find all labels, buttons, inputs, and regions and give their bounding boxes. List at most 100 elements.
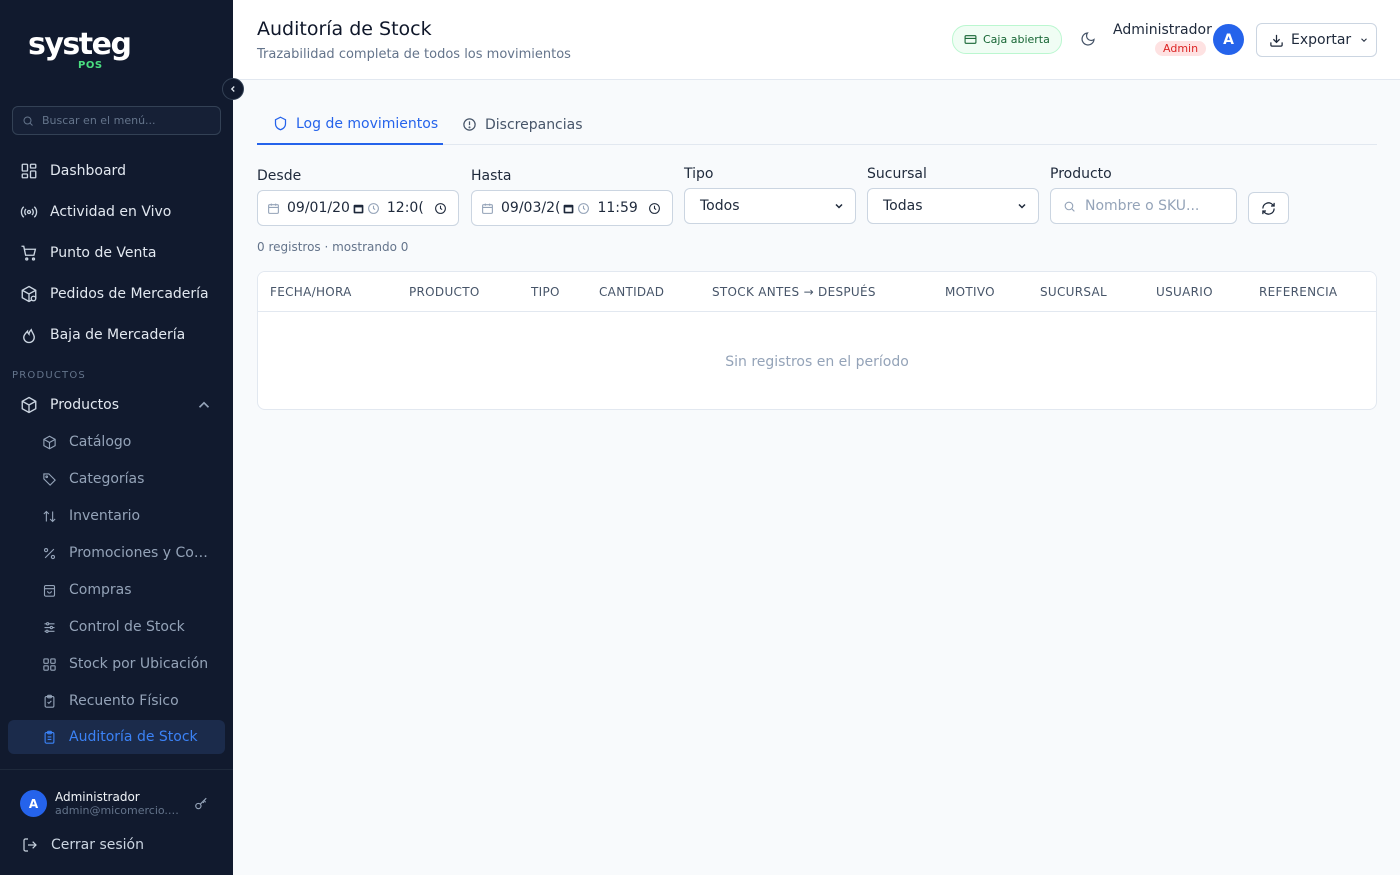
clock-icon (578, 202, 590, 214)
calendar-picker-icon[interactable] (562, 202, 575, 215)
key-icon[interactable] (194, 797, 208, 811)
tipo-label: Tipo (684, 166, 714, 182)
column-header[interactable]: USUARIO (1156, 285, 1213, 299)
sidebar-collapse-button[interactable] (222, 78, 244, 100)
sidebar-item-label: Control de Stock (69, 619, 185, 635)
hasta-label: Hasta (471, 168, 512, 184)
sidebar-item-compras[interactable]: Compras (8, 573, 225, 607)
desde-date-value: 09/01/20 (287, 200, 350, 216)
grid-icon (21, 163, 37, 179)
sidebar-item-inventario[interactable]: Inventario (8, 499, 225, 533)
broadcast-icon (20, 206, 38, 218)
percent-icon (43, 547, 56, 559)
sidebar-item-label: Auditoría de Stock (69, 729, 198, 745)
tab-discrepancias[interactable]: Discrepancias (462, 104, 583, 145)
chevron-left-icon (230, 86, 235, 92)
clock-picker-icon[interactable] (648, 202, 661, 215)
sidebar-item-dashboard[interactable]: Dashboard (8, 154, 225, 188)
sucursal-label: Sucursal (867, 166, 927, 182)
brand-name: systeg (28, 27, 132, 62)
logout-button[interactable]: Cerrar sesión (22, 837, 144, 853)
moon-icon[interactable] (1080, 31, 1096, 47)
tab-label: Log de movimientos (296, 115, 439, 132)
column-header[interactable]: PRODUCTO (409, 285, 480, 299)
tipo-select[interactable]: Todos (684, 188, 856, 224)
sidebar-item-control-stock[interactable]: Control de Stock (8, 610, 225, 644)
logout-label: Cerrar sesión (51, 837, 144, 853)
sidebar-item-recuento[interactable]: Recuento Físico (8, 684, 225, 718)
sidebar-item-catalogo[interactable]: Catálogo (8, 425, 225, 459)
cube-icon (43, 435, 56, 449)
calendar-picker-icon[interactable] (352, 202, 365, 215)
export-button[interactable]: Exportar (1256, 23, 1377, 57)
export-label: Exportar (1291, 32, 1352, 48)
column-header[interactable]: TIPO (531, 285, 560, 299)
column-header[interactable]: FECHA/HORA (270, 285, 352, 299)
caja-status-label: Caja abierta (983, 33, 1050, 46)
column-header[interactable]: STOCK ANTES → DESPUÉS (712, 285, 876, 299)
tab-bar: Log de movimientos Discrepancias (257, 104, 1377, 145)
desde-label: Desde (257, 168, 302, 184)
download-icon (1270, 34, 1283, 47)
hasta-date-value: 09/03/2( (501, 200, 561, 216)
sidebar-item-promociones[interactable]: Promociones y Combos (8, 536, 225, 570)
sidebar-group-productos[interactable]: Productos (8, 388, 225, 422)
logout-icon (23, 838, 37, 852)
sidebar-search[interactable] (12, 106, 221, 135)
chevron-down-icon (1018, 203, 1026, 209)
sidebar-item-label: Inventario (69, 508, 141, 524)
search-icon (1064, 201, 1075, 212)
chevron-up-icon (198, 401, 210, 408)
column-header[interactable]: CANTIDAD (599, 285, 664, 299)
sidebar-item-label: Punto de Venta (50, 245, 157, 261)
box-icon (21, 396, 37, 414)
caja-status-badge[interactable]: Caja abierta (952, 25, 1062, 54)
calendar-icon (482, 203, 493, 214)
sidebar-item-label: Baja de Mercadería (50, 327, 186, 343)
flame-icon (23, 328, 35, 344)
sidebar-item-categorias[interactable]: Categorías (8, 462, 225, 496)
sidebar-item-auditoria[interactable]: Auditoría de Stock (8, 720, 225, 754)
page-header: Auditoría de Stock Trazabilidad completa… (233, 0, 1400, 80)
tab-label: Discrepancias (485, 116, 583, 133)
sidebar-item-label: Dashboard (50, 163, 126, 179)
clock-icon (367, 202, 379, 214)
sidebar-item-label: Categorías (69, 471, 145, 487)
sidebar-item-label: Pedidos de Mercadería (50, 286, 209, 302)
desde-datetime-input[interactable]: 09/01/20 12:0( (257, 190, 459, 226)
sidebar-footer: A Administrador admin@micomercio.com Cer… (0, 769, 233, 875)
sidebar-item-baja[interactable]: Baja de Mercadería (8, 318, 225, 352)
sidebar-item-punto-de-venta[interactable]: Punto de Venta (8, 236, 225, 270)
refresh-button[interactable] (1248, 192, 1289, 224)
search-icon (23, 116, 33, 126)
sucursal-select[interactable]: Todas (867, 188, 1039, 224)
sidebar-item-label: Productos (50, 397, 120, 413)
sidebar-item-label: Promociones y Combos (69, 545, 214, 561)
table-header: FECHA/HORA PRODUCTO TIPO CANTIDAD STOCK … (258, 272, 1376, 312)
sidebar-item-stock-ubicacion[interactable]: Stock por Ubicación (8, 647, 225, 681)
producto-search-input[interactable] (1085, 198, 1225, 214)
column-header[interactable]: MOTIVO (945, 285, 995, 299)
column-header[interactable]: REFERENCIA (1259, 285, 1337, 299)
avatar[interactable]: A (1213, 24, 1244, 55)
page-subtitle: Trazabilidad completa de todos los movim… (257, 47, 571, 62)
role-badge: Admin (1155, 41, 1207, 56)
brand-sub: POS (78, 60, 103, 71)
clock-picker-icon[interactable] (434, 202, 447, 215)
record-count: 0 registros · mostrando 0 (257, 240, 409, 254)
column-header[interactable]: SUCURSAL (1040, 285, 1107, 299)
sidebar-item-actividad[interactable]: Actividad en Vivo (8, 195, 225, 229)
user-name: Administrador (55, 790, 140, 804)
sidebar-item-label: Stock por Ubicación (69, 656, 209, 672)
sidebar-item-label: Actividad en Vivo (50, 204, 172, 220)
sidebar-item-pedidos[interactable]: Pedidos de Mercadería (8, 277, 225, 311)
user-profile[interactable]: A Administrador admin@micomercio.com (20, 790, 183, 817)
brand-logo[interactable]: systeg POS (28, 27, 132, 72)
sidebar: systeg POS Dashboard Actividad en Vivo P… (0, 0, 233, 875)
producto-search[interactable] (1050, 188, 1237, 224)
hasta-datetime-input[interactable]: 09/03/2( 11:59 (471, 190, 673, 226)
sidebar-item-label: Catálogo (69, 434, 132, 450)
tab-log-movimientos[interactable]: Log de movimientos (257, 104, 443, 145)
sidebar-search-input[interactable] (42, 114, 202, 127)
sidebar-item-label: Compras (69, 582, 132, 598)
